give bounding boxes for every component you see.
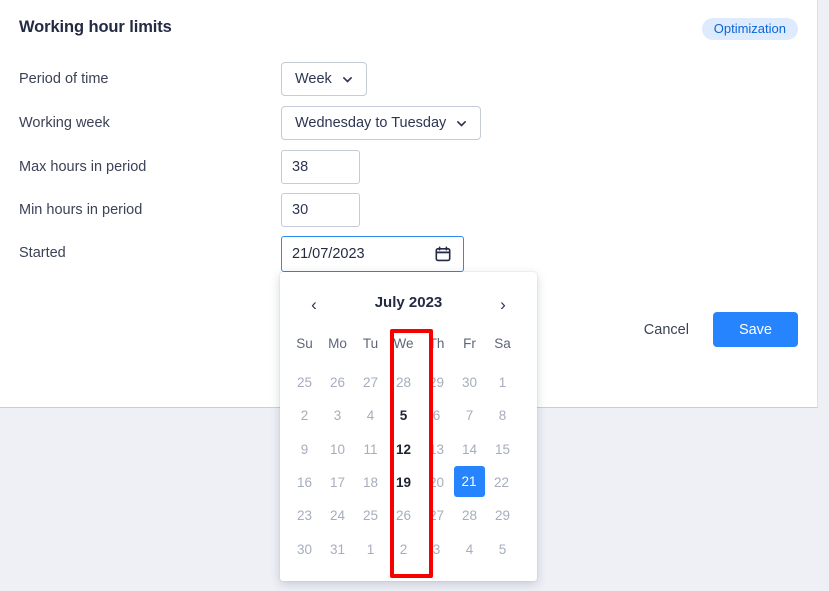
calendar-day-cell[interactable]: 9 [289, 433, 321, 466]
calendar-day-cell[interactable]: 7 [454, 399, 486, 432]
calendar-day-cell[interactable]: 29 [421, 366, 453, 399]
form-row-max-hours: Max hours in period [19, 150, 719, 184]
calendar-day-cell[interactable]: 24 [322, 499, 354, 532]
field-started [281, 236, 464, 272]
label-working-week: Working week [19, 115, 110, 131]
calendar-weekday-we: We [393, 335, 414, 351]
calendar-day-cell[interactable]: 30 [289, 532, 321, 565]
calendar-day-cell[interactable]: 27 [355, 366, 387, 399]
label-max-hours-in-period: Max hours in period [19, 159, 147, 175]
calendar-day-cell[interactable]: 4 [355, 399, 387, 432]
status-badge: Optimization [701, 18, 798, 40]
calendar-week-row: 25 26 27 28 29 30 1 [288, 366, 529, 399]
calendar-weekday-fr: Fr [463, 335, 476, 351]
calendar-day-cell[interactable]: 5 [388, 399, 420, 432]
calendar-day-cell[interactable]: 27 [421, 499, 453, 532]
form-row-period-of-time: Period of time Week [19, 62, 719, 96]
date-input-wrapper [281, 236, 464, 272]
calendar-day-cell[interactable]: 31 [322, 532, 354, 565]
calendar-weekday-su: Su [296, 335, 313, 351]
calendar-day-cell[interactable]: 11 [355, 433, 387, 466]
calendar-day-cell[interactable]: 29 [487, 499, 519, 532]
calendar-day-cell[interactable]: 4 [454, 532, 486, 565]
form-row-started: Started [19, 236, 719, 272]
calendar-day-cell[interactable]: 25 [289, 366, 321, 399]
calendar-day-cell[interactable]: 16 [289, 466, 321, 499]
next-month-icon[interactable]: › [491, 292, 515, 316]
select-working-week-value: Wednesday to Tuesday [295, 115, 447, 131]
calendar-week-row: 16 17 18 19 20 21 22 [288, 465, 529, 499]
calendar-header: ‹ July 2023 › [280, 272, 537, 328]
calendar-day-cell[interactable]: 26 [322, 366, 354, 399]
form-row-working-week: Working week Wednesday to Tuesday [19, 106, 719, 140]
calendar-week-row: 23 24 25 26 27 28 29 [288, 499, 529, 532]
form-actions: Cancel Save [634, 312, 798, 347]
select-period-of-time[interactable]: Week [281, 62, 367, 96]
calendar-weekday-sa: Sa [494, 335, 511, 351]
screen-root: Working hour limits Optimization Period … [0, 0, 829, 591]
select-working-week[interactable]: Wednesday to Tuesday [281, 106, 482, 140]
calendar-day-cell[interactable]: 13 [421, 433, 453, 466]
min-hours-input[interactable] [281, 193, 360, 227]
calendar-day-cell[interactable]: 28 [388, 366, 420, 399]
field-max-hours [281, 150, 360, 184]
label-period-of-time: Period of time [19, 71, 109, 87]
save-button[interactable]: Save [712, 312, 798, 347]
calendar-weekday-row: Su Mo Tu We Th Fr Sa [288, 328, 529, 358]
started-date-input[interactable] [282, 237, 420, 271]
calendar-day-cell[interactable]: 12 [388, 433, 420, 466]
calendar-day-cell[interactable]: 1 [487, 366, 519, 399]
chevron-down-icon [457, 120, 467, 126]
calendar-day-cell[interactable]: 3 [322, 399, 354, 432]
calendar-weekday-mo: Mo [328, 335, 347, 351]
chevron-down-icon [342, 76, 352, 82]
calendar-week-row: 9 10 11 12 13 14 15 [288, 433, 529, 466]
label-started: Started [19, 245, 66, 261]
calendar-weekday-th: Th [428, 335, 445, 351]
calendar-day-cell[interactable]: 22 [486, 466, 518, 499]
calendar-day-cell[interactable]: 20 [421, 466, 453, 499]
calendar-day-cell[interactable]: 30 [454, 366, 486, 399]
max-hours-input[interactable] [281, 150, 360, 184]
calendar-icon[interactable] [435, 246, 451, 262]
calendar-day-cell[interactable]: 17 [322, 466, 354, 499]
field-min-hours [281, 193, 360, 227]
field-period-of-time: Week [281, 62, 367, 96]
field-working-week: Wednesday to Tuesday [281, 106, 482, 140]
calendar-day-cell[interactable]: 3 [421, 532, 453, 565]
calendar-day-cell[interactable]: 28 [454, 499, 486, 532]
calendar-day-cell[interactable]: 6 [421, 399, 453, 432]
calendar-day-cell[interactable]: 26 [388, 499, 420, 532]
calendar-day-cell[interactable]: 14 [454, 433, 486, 466]
form-row-min-hours: Min hours in period [19, 193, 719, 227]
date-picker-popup: ‹ July 2023 › Su Mo Tu We Th Fr Sa 25 26 27 28 29 30… [280, 272, 537, 581]
calendar-week-row: 2345678 [288, 399, 529, 432]
select-period-of-time-value: Week [295, 71, 332, 87]
calendar-day-cell[interactable]: 23 [289, 499, 321, 532]
calendar-day-cell[interactable]: 19 [388, 466, 420, 499]
calendar-grid: Su Mo Tu We Th Fr Sa 25 26 27 28 29 30 1 2 3 4 5 6 7 8 9 10 11 1… [288, 328, 529, 566]
calendar-day-cell[interactable]: 2 [289, 399, 321, 432]
calendar-day-cell[interactable]: 25 [355, 499, 387, 532]
calendar-day-cell[interactable]: 18 [355, 466, 387, 499]
calendar-day-cell[interactable]: 1 [355, 532, 387, 565]
calendar-weekday-tu: Tu [362, 335, 379, 351]
calendar-day-cell[interactable]: 2 [388, 532, 420, 565]
page-title: Working hour limits [19, 18, 172, 36]
calendar-day-cell[interactable]: 10 [322, 433, 354, 466]
cancel-button[interactable]: Cancel [634, 314, 699, 346]
label-min-hours-in-period: Min hours in period [19, 202, 143, 218]
calendar-day-cell[interactable]: 8 [487, 399, 519, 432]
calendar-week-row: 30 31 1 2 3 4 5 [288, 532, 529, 565]
calendar-day-cell[interactable]: 15 [487, 433, 519, 466]
calendar-day-cell[interactable]: 5 [487, 532, 519, 565]
calendar-day-cell[interactable]: 21 [453, 465, 485, 497]
